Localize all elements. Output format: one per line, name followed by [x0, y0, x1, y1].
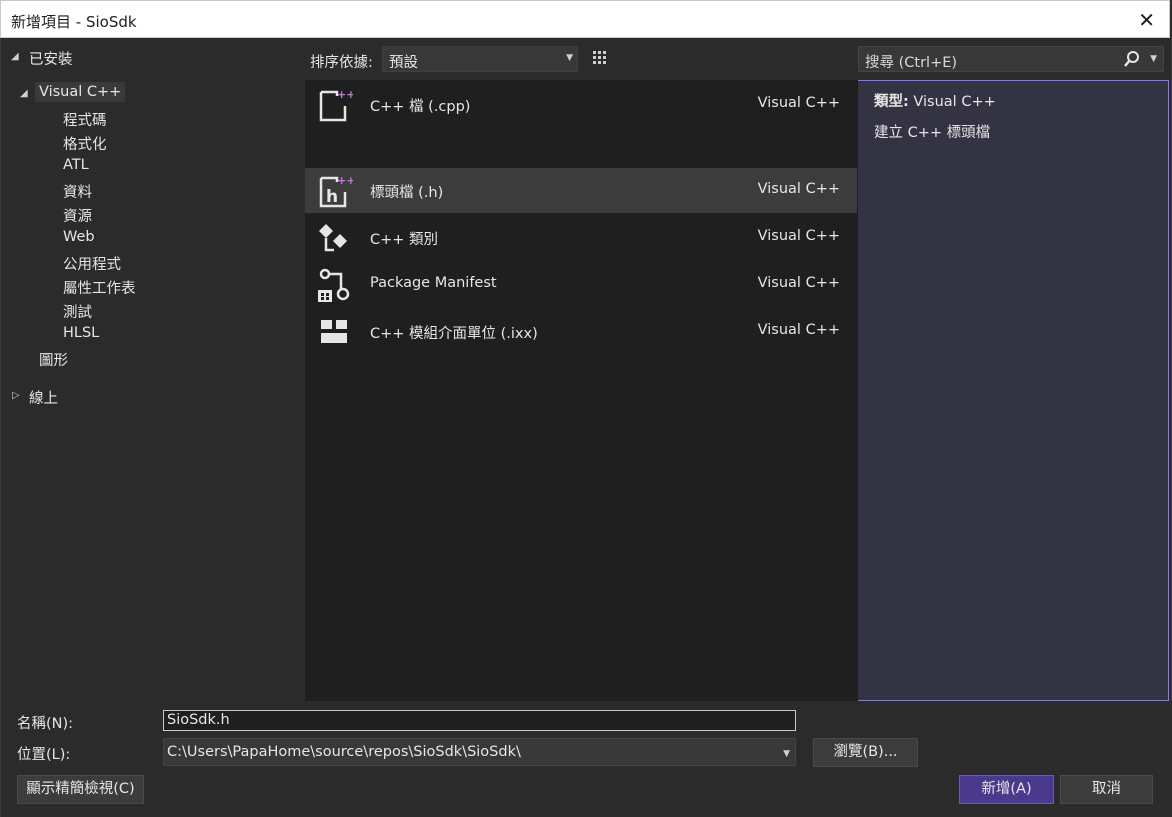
- template-language: Visual C++: [757, 95, 840, 111]
- category-tree: ◢ 已安裝 ◢ Visual C++ 程式碼 格式化 ATL 資料 資源 Web…: [1, 38, 303, 702]
- header-file-icon: h ++: [319, 174, 353, 208]
- tree-item-test[interactable]: 測試: [63, 301, 92, 322]
- tree-item-hlsl[interactable]: HLSL: [63, 325, 99, 341]
- template-language: Visual C++: [757, 228, 840, 244]
- tree-item-online[interactable]: 線上: [29, 387, 58, 408]
- expand-arrow-icon[interactable]: ◢: [20, 88, 28, 99]
- template-language: Visual C++: [757, 275, 840, 291]
- tree-item-data[interactable]: 資料: [63, 181, 92, 202]
- tree-item-web[interactable]: Web: [63, 229, 95, 245]
- location-label: 位置(L):: [17, 747, 71, 763]
- list-item[interactable]: C++ 類別 Visual C++: [305, 215, 857, 260]
- module-interface-icon: [321, 320, 347, 343]
- list-item[interactable]: Package Manifest Visual C++: [305, 262, 857, 307]
- chevron-down-icon[interactable]: ▼: [1150, 54, 1157, 64]
- tree-item-formatting[interactable]: 格式化: [63, 133, 107, 154]
- grid-view-icon: [593, 51, 606, 64]
- sort-label: 排序依據:: [310, 55, 373, 71]
- tree-item-code[interactable]: 程式碼: [63, 109, 107, 130]
- package-manifest-icon: [318, 268, 350, 302]
- sort-select[interactable]: 預設 ▼: [382, 46, 578, 72]
- description-pane: 類型: Visual C++ 建立 C++ 標頭檔: [874, 90, 996, 142]
- browse-button[interactable]: 瀏覽(B)...: [813, 738, 918, 767]
- type-value: Visual C++: [913, 94, 996, 110]
- dialog-body: ◢ 已安裝 ◢ Visual C++ 程式碼 格式化 ATL 資料 資源 Web…: [0, 38, 1172, 817]
- chevron-down-icon[interactable]: ▼: [783, 749, 790, 759]
- name-label: 名稱(N):: [17, 716, 74, 732]
- search-placeholder: 搜尋 (Ctrl+E): [865, 55, 958, 71]
- tree-item-property-sheets[interactable]: 屬性工作表: [63, 277, 136, 298]
- search-box[interactable]: 搜尋 (Ctrl+E) ▼: [858, 46, 1164, 72]
- template-name: C++ 類別: [370, 232, 439, 248]
- compact-view-button[interactable]: 顯示精簡檢視(C): [17, 775, 144, 804]
- type-label: 類型:: [874, 94, 909, 110]
- location-field[interactable]: C:\Users\PapaHome\source\repos\SioSdk\Si…: [163, 738, 796, 766]
- template-name: C++ 檔 (.cpp): [370, 99, 471, 115]
- bottom-panel: 名稱(N): SioSdk.h 位置(L): C:\Users\PapaHome…: [1, 702, 1172, 817]
- add-button[interactable]: 新增(A): [959, 775, 1054, 804]
- collapse-arrow-icon[interactable]: ▷: [12, 390, 20, 401]
- cpp-class-icon: [319, 224, 347, 252]
- sort-value: 預設: [389, 55, 418, 71]
- location-value: C:\Users\PapaHome\source\repos\SioSdk\Si…: [167, 744, 521, 760]
- svg-text:++: ++: [337, 88, 353, 101]
- tree-item-atl[interactable]: ATL: [63, 157, 89, 173]
- tree-item-resources[interactable]: 資源: [63, 205, 92, 226]
- template-language: Visual C++: [757, 322, 840, 338]
- svg-text:h: h: [326, 187, 338, 207]
- title-bar: 新增項目 - SioSdk ✕: [0, 0, 1170, 38]
- list-item[interactable]: h ++ 標頭檔 (.h) Visual C++: [305, 168, 857, 213]
- name-field[interactable]: SioSdk.h: [163, 710, 796, 731]
- svg-text:++: ++: [337, 174, 353, 187]
- list-item[interactable]: ++ C++ 檔 (.cpp) Visual C++: [305, 82, 857, 127]
- tree-item-utility[interactable]: 公用程式: [63, 253, 121, 274]
- template-name: Package Manifest: [370, 275, 497, 291]
- grid-view-button[interactable]: [587, 46, 613, 72]
- list-item[interactable]: C++ 模組介面單位 (.ixx) Visual C++: [305, 309, 857, 354]
- chevron-down-icon: ▼: [566, 53, 573, 63]
- description-text: 建立 C++ 標頭檔: [874, 125, 991, 141]
- cpp-file-icon: ++: [319, 88, 353, 122]
- close-icon[interactable]: ✕: [1138, 8, 1155, 32]
- search-icon[interactable]: [1123, 50, 1141, 68]
- template-name: 標頭檔 (.h): [370, 185, 444, 201]
- template-language: Visual C++: [757, 181, 840, 197]
- cancel-button[interactable]: 取消: [1060, 775, 1153, 804]
- expand-arrow-icon[interactable]: ◢: [11, 51, 19, 62]
- template-name: C++ 模組介面單位 (.ixx): [370, 326, 538, 342]
- tree-item-installed[interactable]: 已安裝: [29, 48, 73, 69]
- template-list: ++ C++ 檔 (.cpp) Visual C++ h ++ 標頭檔 (.h)…: [305, 80, 858, 701]
- tree-item-graphics[interactable]: 圖形: [39, 349, 68, 370]
- window-title: 新增項目 - SioSdk: [11, 13, 137, 31]
- tree-item-visual-cpp[interactable]: Visual C++: [35, 82, 126, 102]
